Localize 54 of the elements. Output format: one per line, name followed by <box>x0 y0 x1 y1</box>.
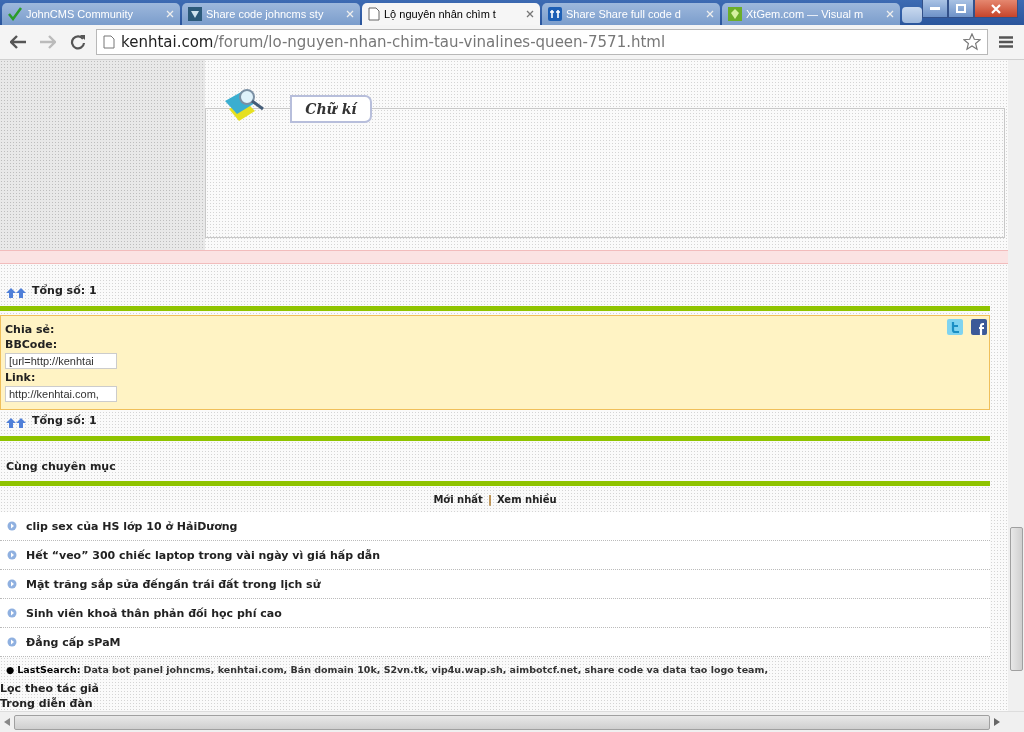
menu-icon <box>999 36 1013 48</box>
close-icon[interactable] <box>526 10 534 18</box>
browser-tab[interactable]: Lộ nguyên nhân chìm t <box>362 3 540 25</box>
filter-link[interactable]: Lọc theo tác giả <box>0 681 1008 696</box>
topic-link[interactable]: Sinh viên khoả thân phản đối học phí cao <box>26 606 282 620</box>
tab-separator: | <box>487 492 492 506</box>
minimize-icon <box>930 6 940 11</box>
page-icon <box>368 7 380 21</box>
url-text: kenhtai.com/forum/lo-nguyen-nhan-chim-tau-vinalines-queen-7571.html <box>121 33 666 51</box>
scroll-thumb[interactable] <box>1010 527 1023 671</box>
filter-link[interactable]: Trong diễn đàn <box>0 696 1008 711</box>
right-arrow-icon[interactable] <box>994 718 1000 726</box>
bullet-icon <box>7 637 17 647</box>
topic-link[interactable]: Mặt trăng sắp sửa đếngần trái đất trong lịch sử <box>26 577 321 591</box>
share-field[interactable]: http://kenhtai.com, <box>5 386 117 402</box>
scroll-thumb[interactable] <box>14 714 990 730</box>
facebook-icon[interactable] <box>971 319 987 335</box>
total-count: Tổng số: 1 <box>32 414 97 427</box>
up-arrows-icon <box>6 418 26 428</box>
topic-link[interactable]: Đẳng cấp sPaM <box>26 635 121 649</box>
maximize-icon <box>956 4 966 13</box>
topic-link[interactable]: Hết “veo” 300 chiếc laptop trong vài ngày vì giá hấp dẫn <box>26 548 381 562</box>
bullet: ● <box>6 663 15 675</box>
field-label: BBCode: <box>5 338 58 351</box>
last-search-text: LastSearch: Data bot panel johncms, kenhtai.com, Bán domain 10k, S2vn.tk, vip4u.wap.sh, aimbotcf.net, share code va data tao logo team, <box>17 663 768 675</box>
page-icon <box>103 35 115 49</box>
list-tab[interactable]: Xem nhiều <box>496 493 557 505</box>
twitter-icon[interactable] <box>947 319 963 335</box>
close-icon <box>991 3 1001 14</box>
close-button[interactable] <box>974 0 1018 18</box>
up-arrows-icon <box>6 288 26 298</box>
minimize-button[interactable] <box>922 0 948 18</box>
star-icon[interactable] <box>963 33 981 51</box>
signature-heading: Chữ kí <box>290 95 372 123</box>
vertical-scrollbar[interactable] <box>1008 60 1024 711</box>
share-field[interactable]: [url=http://kenhtai <box>5 353 117 369</box>
bullet-icon <box>7 521 17 531</box>
left-arrow-icon[interactable] <box>4 718 10 726</box>
list-tab[interactable]: Mới nhất <box>433 493 483 505</box>
section-heading: Cùng chuyên mục <box>6 460 116 473</box>
tile-icon <box>188 7 202 21</box>
horizontal-scrollbar[interactable] <box>0 711 1024 732</box>
bullet-icon <box>7 550 17 560</box>
gem-icon <box>728 7 742 21</box>
bullet-icon <box>7 608 17 618</box>
checkmark-icon <box>8 7 22 21</box>
share-label: Chia sẻ: <box>5 323 55 336</box>
total-count: Tổng số: 1 <box>32 284 97 297</box>
address-bar[interactable]: kenhtai.com/forum/lo-nguyen-nhan-chim-tau-vinalines-queen-7571.html <box>96 29 988 55</box>
bullet-icon <box>7 579 17 589</box>
maximize-button[interactable] <box>948 0 974 18</box>
field-label: Link: <box>5 371 36 384</box>
topic-link[interactable]: clip sex của HS lớp 10 ở HảiDương <box>26 519 238 533</box>
tools-icon <box>548 7 562 21</box>
